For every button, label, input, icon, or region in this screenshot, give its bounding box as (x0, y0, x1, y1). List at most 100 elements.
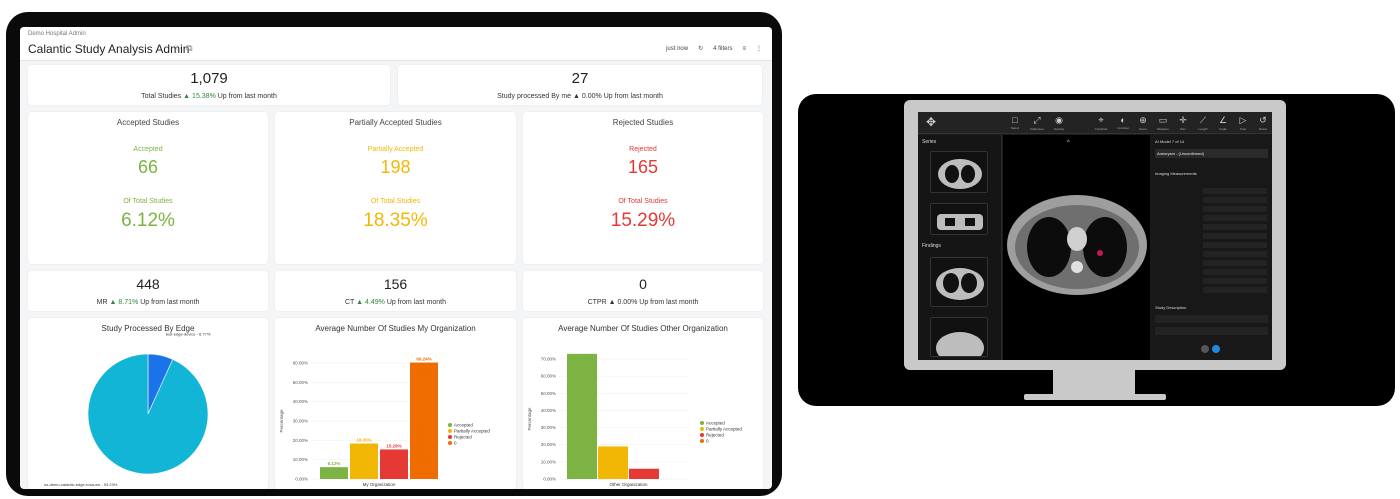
measurement-row (1155, 196, 1268, 204)
legend-label[interactable]: Rejected (706, 433, 724, 438)
fullscreen-tool[interactable]: ⤢ Fullscreen (1028, 115, 1046, 131)
pie-slice[interactable] (87, 353, 209, 475)
legend-label[interactable]: Partially Accepted (706, 427, 742, 432)
y-tick-label: 10.00% (541, 459, 556, 464)
filter-icon[interactable]: ≡ (742, 46, 746, 52)
dashboard-header: Demo Hospital Admin Calantic Study Analy… (20, 27, 772, 61)
legend-swatch[interactable] (448, 429, 452, 433)
legend-label[interactable]: Rejected (454, 435, 472, 440)
tool-label: Measure (1157, 127, 1169, 131)
legend-swatch[interactable] (700, 433, 704, 437)
bar-value-label: 6.12% (328, 461, 341, 466)
line-icon: ⟋ (1199, 115, 1207, 125)
image-viewport[interactable]: A (1003, 135, 1150, 360)
ai-model-page: 7 of 14 (1171, 139, 1185, 144)
bar[interactable] (629, 468, 659, 479)
partial-pct-label: Of Total Studies (370, 198, 421, 205)
legend-label[interactable]: Accepted (706, 421, 725, 426)
legend-label[interactable]: Accepted (454, 423, 473, 428)
breadcrumb[interactable]: Demo Hospital Admin (28, 31, 86, 37)
refresh-icon[interactable]: ↻ (698, 45, 703, 52)
zoom-icon: ⊕ (1139, 115, 1147, 125)
square-icon: □ (1012, 115, 1018, 125)
bar[interactable] (320, 467, 348, 479)
legend-swatch[interactable] (700, 421, 704, 425)
measurement-row (1155, 241, 1268, 249)
monitor-base (1024, 394, 1166, 400)
legend-swatch[interactable] (700, 439, 704, 443)
legend-label[interactable]: 0 (706, 439, 709, 444)
ctpr-delta: 0.00% (617, 299, 638, 306)
study-row[interactable] (1155, 315, 1268, 323)
overlay-tool[interactable]: ◉ Overlay (1050, 115, 1068, 131)
pan-tool[interactable]: ✛ Pan (1174, 115, 1192, 131)
legend-swatch[interactable] (448, 423, 452, 427)
series-thumbnail[interactable] (930, 151, 988, 193)
processed-by-me-card: 27 Study processed By me ▲ 0.00% Up from… (398, 65, 762, 105)
finding-thumbnail[interactable] (930, 257, 988, 307)
rejected-card-title: Rejected Studies (612, 118, 674, 127)
favorite-heart-icon[interactable]: ♡ (174, 43, 186, 53)
partial-label: Partially Accepted (367, 146, 424, 153)
study-row[interactable] (1155, 327, 1268, 335)
ct-thumbnail-image (936, 332, 984, 356)
ct-card: 156 CT ▲ 4.49% Up from last month (275, 271, 516, 311)
crosshair-tool[interactable]: ⌖ Crosshair (1092, 115, 1110, 131)
angle-tool[interactable]: ∠ Angle (1214, 115, 1232, 131)
finding-thumbnail[interactable] (930, 317, 988, 357)
y-tick-label: 50.00% (293, 380, 308, 385)
y-axis-label: Percentage (279, 409, 284, 433)
legend-label[interactable]: 0 (454, 441, 457, 446)
expand-icon: ⤢ (1033, 115, 1041, 125)
measure-tool[interactable]: ▭ Measure (1154, 115, 1172, 131)
series-thumbnail[interactable] (930, 203, 988, 235)
ctpr-card: 0 CTPR ▲ 0.00% Up from last month (523, 271, 763, 311)
pie-slice-label: test-edge-device - 6.77% (166, 331, 211, 336)
measurement-row (1155, 277, 1268, 285)
page-dot-active[interactable] (1212, 345, 1220, 353)
move-icon[interactable]: ✥ (922, 115, 940, 129)
processed-by-me-delta: 0.00% (581, 93, 602, 100)
more-menu-icon[interactable]: ⋮ (756, 45, 762, 52)
total-studies-delta: 15.38% (192, 93, 216, 100)
y-tick-label: 0.00% (295, 477, 308, 482)
bar[interactable] (380, 449, 408, 479)
processed-by-me-suffix: Up from last month (603, 93, 663, 100)
x-axis-label: My Organization (363, 482, 396, 487)
tablet-frame: Demo Hospital Admin Calantic Study Analy… (6, 12, 782, 496)
y-tick-label: 20.00% (541, 442, 556, 447)
y-tick-label: 30.00% (293, 419, 308, 424)
angle-icon: ∠ (1218, 115, 1228, 125)
total-studies-card: 1,079 Total Studies ▲ 15.38% Up from las… (28, 65, 390, 105)
length-tool[interactable]: ⟋ Length (1194, 115, 1212, 131)
page-dot[interactable] (1201, 345, 1209, 353)
ct-value: 156 (383, 276, 408, 292)
tool-label: Cine (1239, 127, 1247, 131)
contrast-tool[interactable]: ◐ Contrast (1114, 115, 1132, 130)
y-tick-label: 40.00% (293, 399, 308, 404)
ct-caption: CT ▲ 4.49% Up from last month (275, 299, 516, 306)
processed-by-me-caption: Study processed By me ▲ 0.00% Up from la… (398, 93, 762, 100)
ctpr-label: CTPR (587, 299, 607, 306)
legend-swatch[interactable] (700, 427, 704, 431)
cine-tool[interactable]: ▷ Cine (1234, 115, 1252, 131)
legend-swatch[interactable] (448, 441, 452, 445)
zoom-tool[interactable]: ⊕ Zoom (1134, 115, 1152, 131)
filters-button[interactable]: 4 filters (713, 46, 732, 52)
select-tool[interactable]: □ Select (1006, 115, 1024, 130)
y-tick-label: 0.00% (543, 477, 556, 482)
reset-tool[interactable]: ↺ Reset (1254, 115, 1272, 131)
ct-delta: 4.49% (365, 299, 385, 306)
legend-label[interactable]: Partially Accepted (454, 429, 490, 434)
mr-caption: MR ▲ 8.71% Up from last month (28, 299, 268, 306)
rejected-pct-label: Of Total Studies (618, 198, 668, 205)
finding-selector[interactable]: Aneurysm - (Unconfirmed) (1155, 149, 1268, 158)
my-org-chart-card: Average Number Of Studies My Organizatio… (275, 318, 516, 489)
bar[interactable] (350, 443, 378, 479)
copy-icon[interactable]: ⧉ (186, 43, 196, 53)
bar[interactable] (410, 362, 438, 479)
bar[interactable] (567, 353, 597, 479)
partially-accepted-card: Partially Accepted Studies Partially Acc… (275, 112, 516, 264)
legend-swatch[interactable] (448, 435, 452, 439)
bar[interactable] (598, 446, 628, 479)
